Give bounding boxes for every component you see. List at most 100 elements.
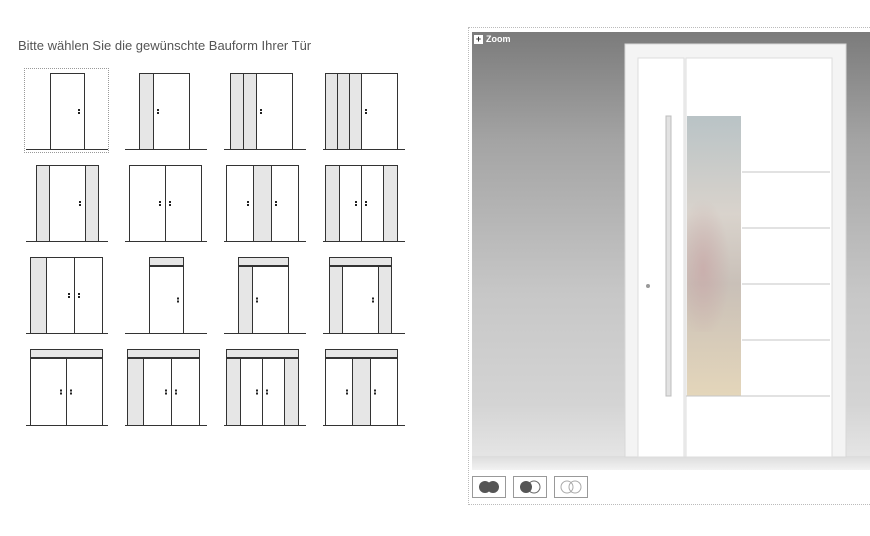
door-option-1-fluegel-3-seitenteile-links[interactable] <box>321 68 406 153</box>
glass-blur <box>687 192 741 332</box>
handle-icon <box>259 109 262 111</box>
door-option-1-fluegel-seitenteil-oberlicht[interactable] <box>222 252 307 337</box>
door-leaf <box>338 165 362 242</box>
handle-icon <box>274 201 277 203</box>
door-leaf <box>73 257 103 334</box>
handle-icon <box>255 297 258 300</box>
door-option-2-fluegel[interactable] <box>123 160 208 245</box>
side-panel <box>351 358 371 426</box>
door-leaf <box>270 165 299 242</box>
door-option-2-fluegel-seitenteil-links[interactable] <box>24 252 109 337</box>
handle-icon <box>364 109 367 111</box>
door-type-icon <box>124 73 207 150</box>
door-option-2-fluegel-mittelteil[interactable] <box>222 160 307 245</box>
handle-icon <box>255 300 258 303</box>
handle-icon <box>259 112 262 114</box>
transom-panel <box>237 257 289 266</box>
door-option-1-fluegel-2-seitenteile-links[interactable] <box>222 68 307 153</box>
side-panel <box>348 73 362 150</box>
door-type-icon <box>25 257 108 334</box>
handle-icon <box>77 296 80 298</box>
handle-icon <box>168 204 171 206</box>
handle-icon <box>78 204 81 206</box>
handle-icon <box>176 300 179 303</box>
door-preview-image[interactable]: + Zoom <box>472 32 870 470</box>
handle-icon <box>156 109 159 111</box>
handle-icon <box>265 392 268 395</box>
thumb-two-outline[interactable] <box>554 476 588 498</box>
door-option-2-fluegel-seitenteile[interactable] <box>321 160 406 245</box>
door-leaf <box>65 358 103 426</box>
handle-icon <box>77 112 80 114</box>
door-leaf <box>148 266 184 334</box>
side-panel <box>126 358 144 426</box>
handle-icon <box>164 392 167 395</box>
handle-icon <box>246 204 249 206</box>
handle-icon <box>168 201 171 203</box>
door-leaf <box>164 165 202 242</box>
door-type-icon <box>322 349 405 426</box>
transom-panel <box>148 257 184 266</box>
handle-icon <box>77 109 80 111</box>
side-panel <box>324 165 340 242</box>
door-leaf <box>142 358 172 426</box>
door-option-2-fluegel-mittelteil-oberlicht[interactable] <box>321 344 406 429</box>
side-panel <box>377 266 392 334</box>
door-leaf <box>239 358 263 426</box>
door-type-icon <box>223 257 306 334</box>
door-handle-bar <box>665 115 672 397</box>
door-type-icon <box>25 73 108 150</box>
color-thumbnails <box>472 476 588 498</box>
handle-icon <box>59 389 62 392</box>
handle-icon <box>345 392 348 395</box>
handle-icon <box>364 201 367 203</box>
door-leaf <box>255 73 293 150</box>
side-panel <box>336 73 350 150</box>
door-leaf <box>369 358 398 426</box>
door-option-2-fluegel-seitenteil-oberlicht[interactable] <box>123 344 208 429</box>
thumb-filled-outline[interactable] <box>513 476 547 498</box>
transom-panel <box>328 257 392 266</box>
door-leaf <box>341 266 379 334</box>
door-leaf <box>251 266 289 334</box>
handle-icon <box>158 201 161 203</box>
door-type-icon <box>124 257 207 334</box>
door-option-1-fluegel[interactable] <box>24 68 109 153</box>
side-panel <box>84 165 99 242</box>
door-type-icon <box>322 257 405 334</box>
handle-icon <box>59 392 62 395</box>
thumb-two-filled[interactable] <box>472 476 506 498</box>
side-panel <box>225 358 241 426</box>
handle-icon <box>246 201 249 203</box>
door-option-1-fluegel-2-seitenteile-oberlicht[interactable] <box>321 252 406 337</box>
handle-icon <box>345 389 348 392</box>
handle-icon <box>69 389 72 392</box>
door-option-1-fluegel-2-seitenteile[interactable] <box>24 160 109 245</box>
door-option-2-fluegel-2-seitenteile-oberlicht[interactable] <box>222 344 307 429</box>
handle-icon <box>354 201 357 203</box>
transom-panel <box>324 349 398 358</box>
door-type-icon <box>25 165 108 242</box>
door-knob <box>646 284 650 288</box>
door-type-icon <box>124 165 207 242</box>
door-leaf <box>261 358 285 426</box>
side-panel <box>29 257 47 334</box>
handle-icon <box>373 389 376 392</box>
side-panel <box>283 358 299 426</box>
handle-icon <box>371 297 374 300</box>
door-option-1-fluegel-oberlicht[interactable] <box>123 252 208 337</box>
handle-icon <box>156 112 159 114</box>
door-option-1-fluegel-seitenteil-links[interactable] <box>123 68 208 153</box>
handle-icon <box>164 389 167 392</box>
door-type-icon <box>223 349 306 426</box>
door-leaf <box>49 73 85 150</box>
transom-panel <box>126 349 200 358</box>
handle-icon <box>371 300 374 303</box>
door-leaf <box>152 73 190 150</box>
door-leaf <box>48 165 86 242</box>
door-type-icon <box>223 165 306 242</box>
door-option-2-fluegel-oberlicht[interactable] <box>24 344 109 429</box>
handle-icon <box>354 204 357 206</box>
side-panel <box>237 266 253 334</box>
side-panel <box>138 73 154 150</box>
